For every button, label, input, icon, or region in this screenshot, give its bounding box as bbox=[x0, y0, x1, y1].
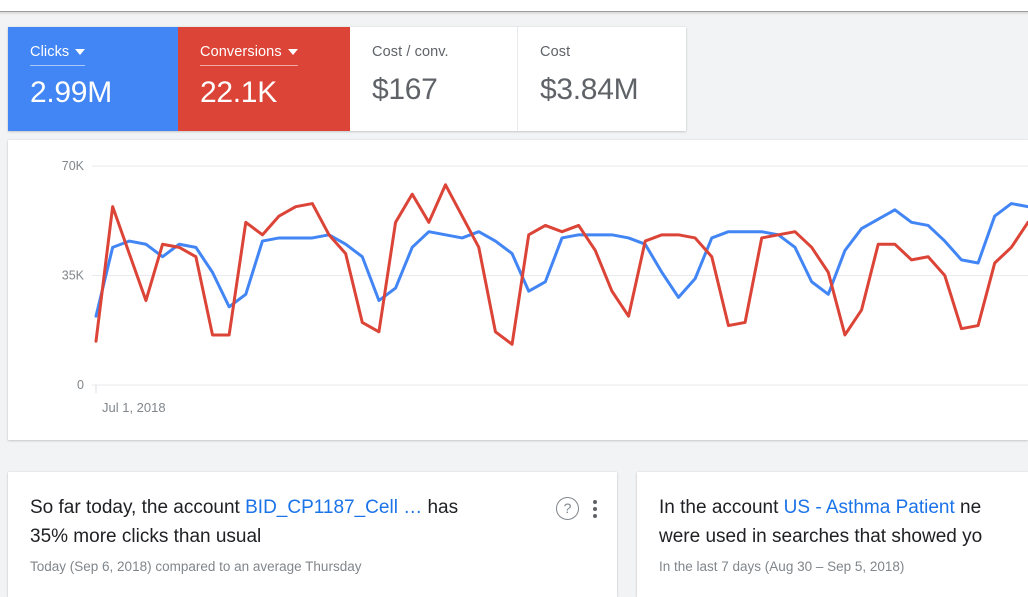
top-divider-shadow bbox=[0, 12, 1028, 15]
scorecard-clicks[interactable]: Clicks 2.99M bbox=[8, 27, 178, 131]
chevron-down-icon[interactable] bbox=[75, 49, 86, 55]
chart-series-conversions bbox=[94, 183, 1028, 346]
insight-card-clicks[interactable]: So far today, the account BID_CP1187_Cel… bbox=[8, 472, 617, 597]
scorecard-cost-value: $3.84M bbox=[540, 73, 639, 106]
insight-subtitle: Today (Sep 6, 2018) compared to an avera… bbox=[30, 559, 362, 574]
scorecard-conversions[interactable]: Conversions 22.1K bbox=[178, 27, 350, 131]
scorecard-clicks-label-text: Clicks bbox=[30, 44, 70, 60]
performance-chart-card: 0 35K 70K Jul 1, 2018 bbox=[8, 140, 1028, 440]
scorecard-clicks-value: 2.99M bbox=[30, 76, 112, 109]
insight-headline-line1: In the account US - Asthma Patient ne bbox=[659, 494, 1014, 522]
insight-actions: ? bbox=[556, 497, 597, 520]
x-axis-tick-label: Jul 1, 2018 bbox=[102, 400, 166, 415]
scorecard-cost-per-conv-label: Cost / conv. bbox=[372, 44, 449, 60]
scorecard-cost-per-conv[interactable]: Cost / conv. $167 bbox=[350, 27, 518, 131]
account-link[interactable]: US - Asthma Patient bbox=[784, 497, 955, 518]
insight-text-prefix: So far today, the account bbox=[30, 497, 246, 518]
y-axis-tick-label: 35K bbox=[62, 269, 85, 283]
scorecard-conversions-label-text: Conversions bbox=[200, 44, 282, 60]
insight-headline-line1: So far today, the account BID_CP1187_Cel… bbox=[30, 494, 603, 522]
insight-headline-line2: were used in searches that showed yo bbox=[659, 526, 983, 547]
scorecard-clicks-label[interactable]: Clicks bbox=[30, 44, 86, 66]
metric-scorecards: Clicks 2.99M Conversions 22.1K Cost / co… bbox=[8, 27, 686, 131]
scorecard-conversions-value: 22.1K bbox=[200, 76, 277, 109]
scorecard-cost-label: Cost bbox=[540, 44, 571, 60]
insight-subtitle: In the last 7 days (Aug 30 – Sep 5, 2018… bbox=[659, 559, 905, 574]
insight-text-prefix: In the account bbox=[659, 497, 784, 518]
insight-headline-line2: 35% more clicks than usual bbox=[30, 526, 262, 547]
help-circle-icon[interactable]: ? bbox=[556, 497, 579, 520]
account-link[interactable]: BID_CP1187_Cell … bbox=[245, 497, 422, 518]
scorecard-cost-per-conv-value: $167 bbox=[372, 73, 438, 106]
y-axis-tick-label: 70K bbox=[62, 159, 85, 173]
chevron-down-icon[interactable] bbox=[287, 49, 298, 55]
insight-text-suffix: ne bbox=[954, 497, 982, 518]
more-vert-icon[interactable] bbox=[593, 499, 597, 518]
ads-overview-page: Clicks 2.99M Conversions 22.1K Cost / co… bbox=[0, 0, 1028, 597]
top-band bbox=[0, 0, 1028, 11]
insight-card-search-terms[interactable]: In the account US - Asthma Patient ne we… bbox=[637, 472, 1028, 597]
performance-line-chart[interactable]: 0 35K 70K Jul 1, 2018 bbox=[8, 140, 1028, 440]
scorecard-cost[interactable]: Cost $3.84M bbox=[518, 27, 686, 131]
insight-text-suffix: has bbox=[422, 497, 459, 518]
scorecard-conversions-label[interactable]: Conversions bbox=[200, 44, 298, 66]
y-axis-tick-label: 0 bbox=[77, 378, 84, 392]
